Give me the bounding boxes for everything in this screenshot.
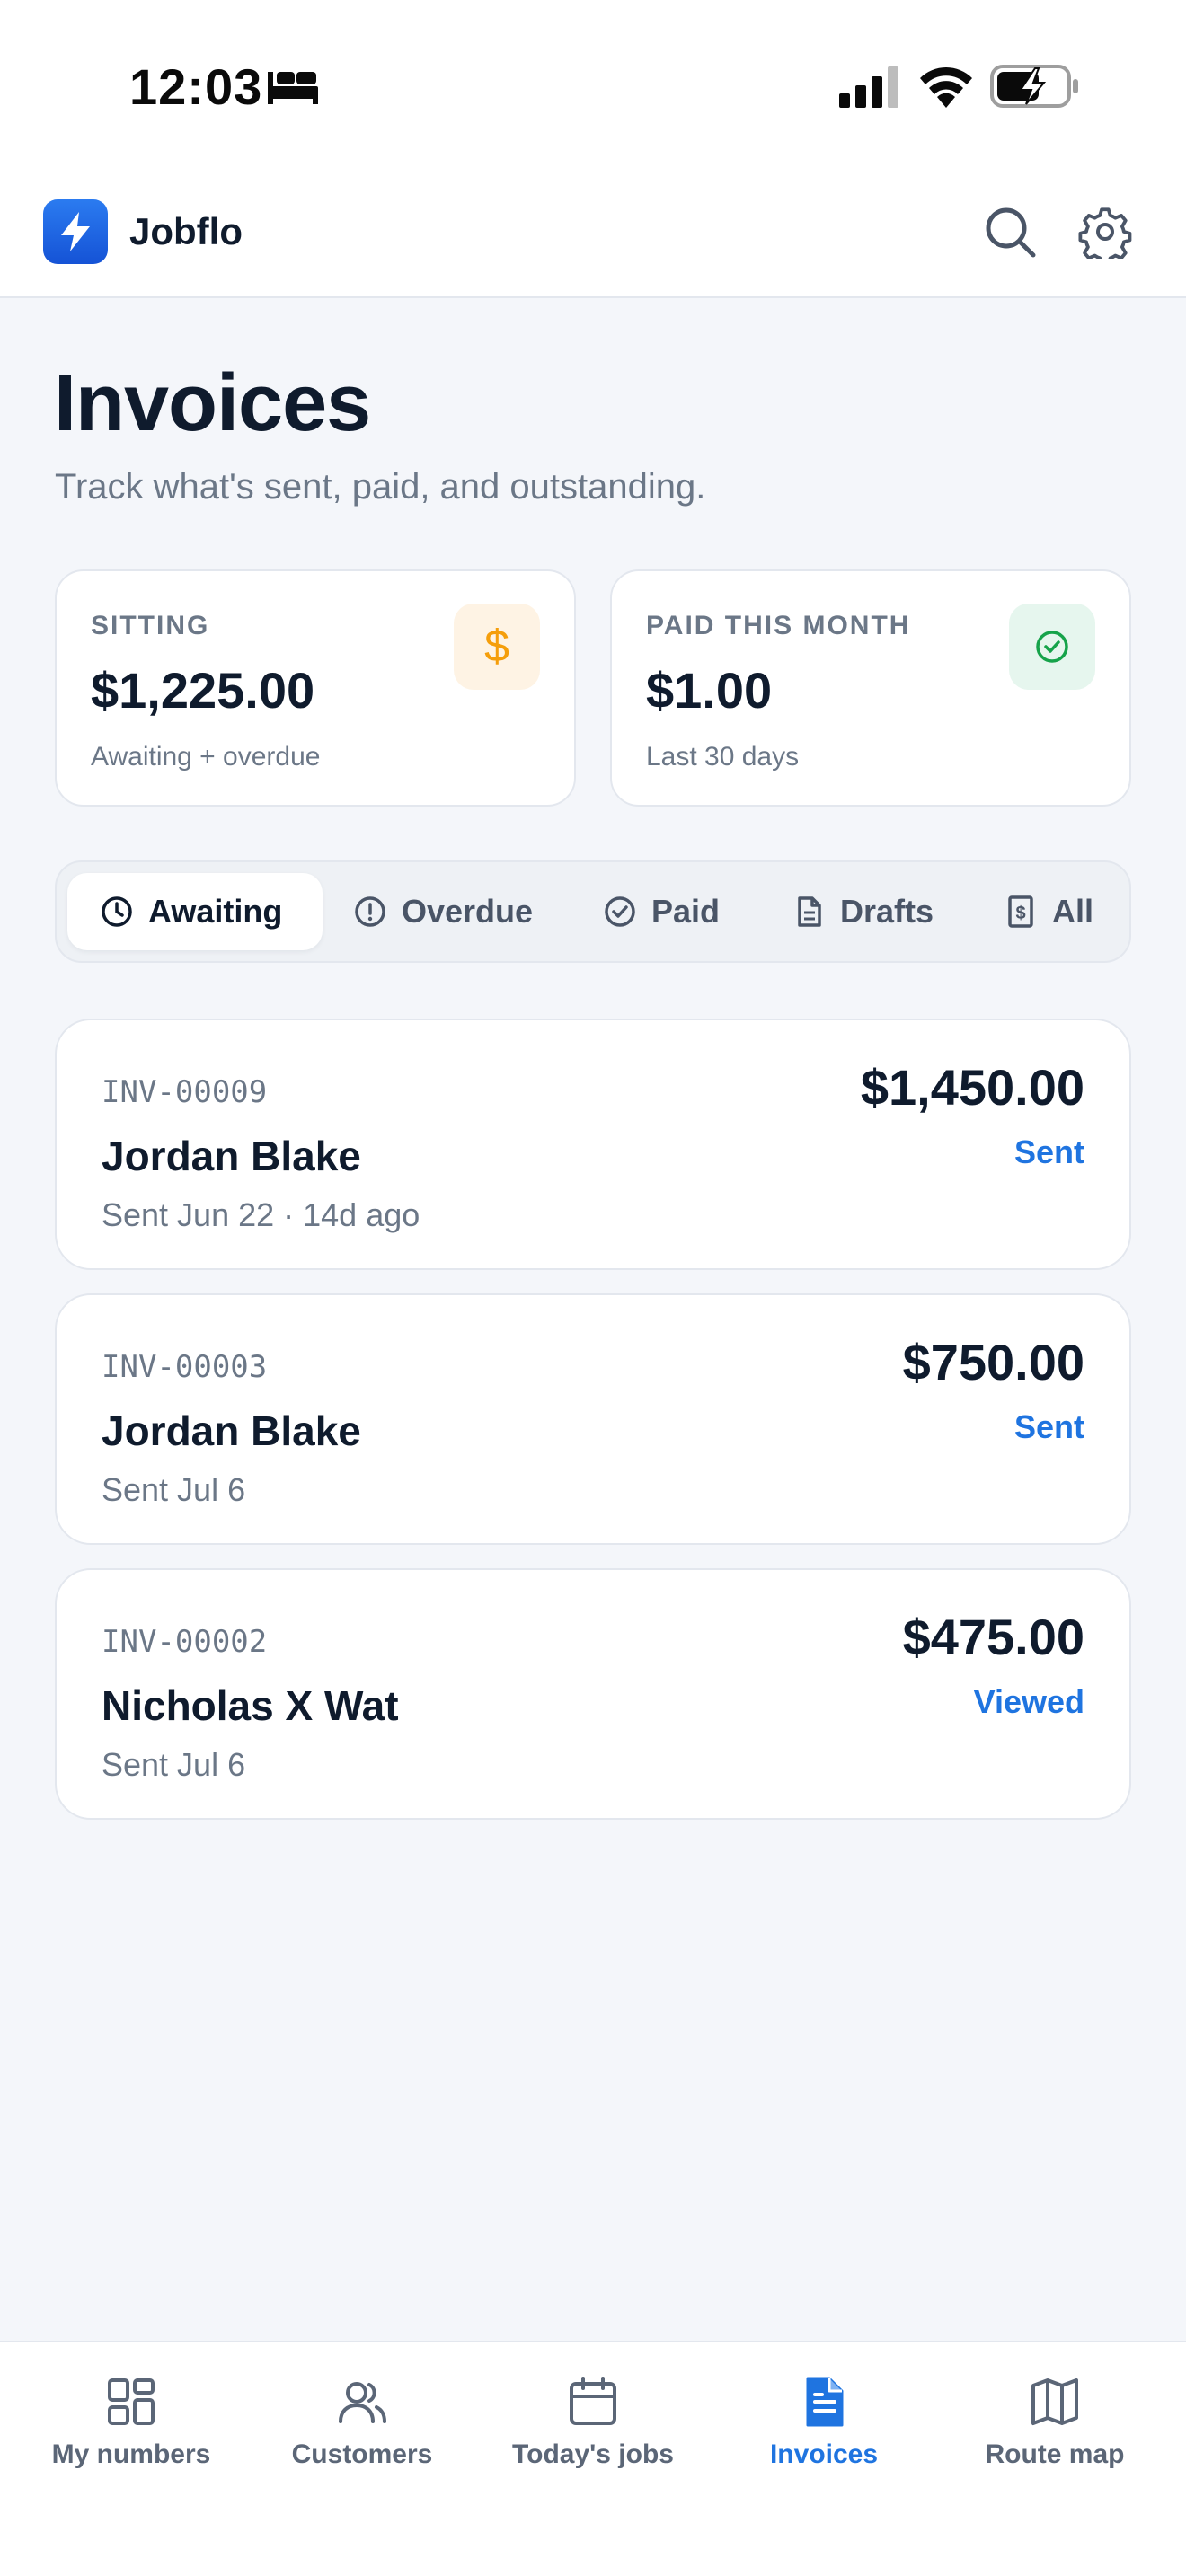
dollar-symbol: $	[484, 621, 509, 671]
status-bar: 12:03	[0, 0, 1186, 180]
tab-route-map[interactable]: Route map	[936, 2375, 1173, 2470]
filter-awaiting[interactable]: Awaiting	[67, 873, 323, 950]
status-time: 12:03	[129, 58, 263, 115]
invoice-icon	[806, 2377, 844, 2427]
filter-label: Drafts	[840, 893, 934, 930]
tab-my-numbers[interactable]: My numbers	[13, 2375, 250, 2470]
stat-card-paid[interactable]: PAID THIS MONTH $1.00 Last 30 days	[610, 569, 1131, 807]
invoice-customer: Jordan Blake	[102, 1407, 361, 1454]
tab-label: Today's jobs	[512, 2439, 674, 2469]
receipt-icon: $	[1008, 895, 1033, 928]
app-header: Jobflo	[0, 180, 1186, 298]
stat-badge-paid	[1009, 604, 1095, 690]
invoice-customer: Jordan Blake	[102, 1133, 361, 1179]
search-icon[interactable]	[981, 203, 1039, 260]
invoice-card[interactable]: INV-00002 Nicholas X Wat Sent Jul 6 $475…	[55, 1568, 1131, 1820]
alert-circle-icon	[355, 896, 385, 927]
battery-charging-icon	[990, 65, 1078, 108]
tab-todays-jobs[interactable]: Today's jobs	[474, 2375, 712, 2470]
filter-label: Paid	[651, 893, 721, 930]
app-name: Jobflo	[129, 210, 243, 252]
invoice-sent-date: Sent Jun 22 · 14d ago	[102, 1196, 420, 1233]
tab-label: My numbers	[51, 2439, 211, 2469]
invoice-card[interactable]: INV-00009 Jordan Blake Sent Jun 22 · 14d…	[55, 1019, 1131, 1270]
clock-icon	[102, 896, 132, 927]
bottom-tab-bar: My numbers Customers Today's jobs Invoic…	[0, 2341, 1186, 2576]
filter-drafts[interactable]: Drafts	[792, 873, 934, 950]
invoice-filter-tabs: Awaiting Overdue Paid Drafts $ All	[55, 860, 1131, 963]
filter-label: All	[1052, 893, 1094, 930]
cellular-signal-icon	[839, 66, 898, 108]
invoice-amount: $475.00	[902, 1609, 1084, 1665]
invoice-number: INV-00002	[102, 1624, 268, 1660]
invoice-number: INV-00009	[102, 1074, 268, 1110]
stat-label: SITTING	[91, 611, 210, 640]
invoice-amount: $750.00	[902, 1334, 1084, 1390]
stat-card-sitting[interactable]: SITTING $1,225.00 Awaiting + overdue $	[55, 569, 576, 807]
page-title: Invoices	[54, 358, 371, 448]
invoice-customer: Nicholas X Wat	[102, 1682, 399, 1729]
stat-label: PAID THIS MONTH	[646, 611, 911, 640]
stat-note: Awaiting + overdue	[91, 742, 321, 772]
invoice-number: INV-00003	[102, 1349, 268, 1385]
filter-label: Awaiting	[148, 893, 283, 930]
filter-overdue[interactable]: Overdue	[353, 873, 533, 950]
invoice-card[interactable]: INV-00003 Jordan Blake Sent Jul 6 $750.0…	[55, 1293, 1131, 1545]
users-icon	[339, 2382, 386, 2423]
invoice-status: Viewed	[973, 1683, 1084, 1720]
stat-value: $1.00	[646, 662, 773, 719]
filter-all[interactable]: $ All	[1004, 873, 1093, 950]
dashboard-icon	[108, 2378, 155, 2425]
stat-value: $1,225.00	[91, 662, 315, 719]
tab-invoices[interactable]: Invoices	[705, 2375, 943, 2470]
tab-label: Route map	[985, 2439, 1125, 2469]
tab-customers[interactable]: Customers	[243, 2375, 481, 2470]
page-subtitle: Track what's sent, paid, and outstanding…	[55, 467, 706, 507]
dollar-icon: $	[454, 604, 540, 690]
filter-label: Overdue	[402, 893, 534, 930]
invoice-sent-date: Sent Jul 6	[102, 1471, 246, 1508]
check-circle-icon	[1036, 631, 1068, 663]
invoice-amount: $1,450.00	[860, 1059, 1084, 1116]
app-logo	[43, 199, 108, 264]
invoice-sent-date: Sent Jul 6	[102, 1746, 246, 1783]
map-icon	[1031, 2378, 1078, 2425]
tab-label: Customers	[291, 2439, 433, 2469]
document-icon	[798, 896, 821, 927]
calendar-icon	[570, 2377, 616, 2425]
wifi-icon	[920, 66, 972, 108]
check-circle-icon	[605, 896, 635, 927]
invoice-status: Sent	[1013, 1134, 1084, 1170]
sleep-bed-icon	[268, 72, 318, 104]
gear-icon[interactable]	[1078, 205, 1132, 259]
filter-paid[interactable]: Paid	[603, 873, 720, 950]
tab-label: Invoices	[769, 2439, 879, 2469]
lightning-bolt-icon	[61, 212, 90, 251]
svg-text:$: $	[1015, 904, 1025, 923]
stat-note: Last 30 days	[646, 742, 800, 772]
invoice-status: Sent	[1013, 1408, 1084, 1445]
